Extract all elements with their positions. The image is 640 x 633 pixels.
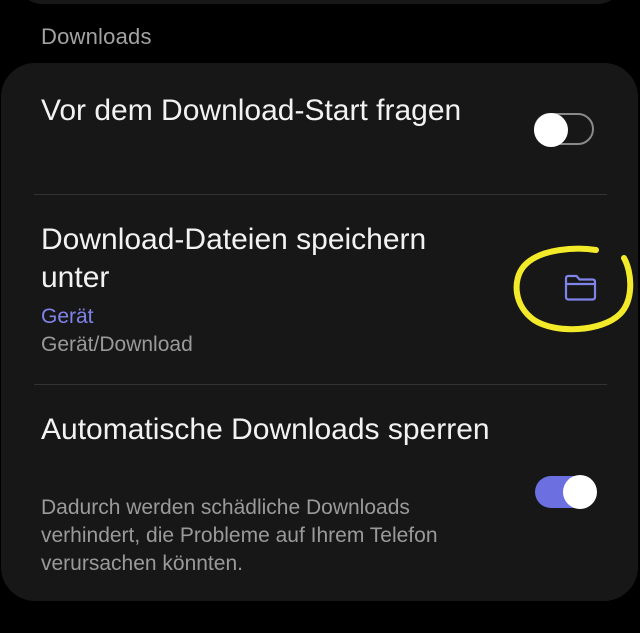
setting-save-download-location-title: Download-Dateien speichern unter — [41, 223, 427, 294]
previous-card-edge — [18, 0, 622, 4]
toggle-knob — [563, 475, 597, 509]
folder-button[interactable] — [559, 266, 603, 310]
download-location-storage: Gerät — [41, 305, 94, 328]
setting-block-auto-downloads[interactable]: Automatische Downloads sperren Dadurch w… — [1, 385, 638, 601]
setting-save-download-location[interactable]: Download-Dateien speichern unter Gerät G… — [1, 195, 638, 383]
download-location-path: Gerät/Download — [41, 333, 193, 356]
section-title-downloads: Downloads — [41, 24, 152, 49]
folder-icon — [564, 274, 597, 301]
block-auto-downloads-toggle[interactable] — [535, 475, 597, 509]
ask-before-download-toggle[interactable] — [534, 113, 594, 147]
toggle-knob — [534, 113, 568, 147]
setting-block-auto-downloads-description: Dadurch werden schädliche Downloads verh… — [41, 496, 438, 575]
downloads-settings-card: Vor dem Download-Start fragen Download-D… — [1, 63, 638, 601]
setting-ask-before-download[interactable]: Vor dem Download-Start fragen — [1, 63, 638, 193]
setting-block-auto-downloads-title: Automatische Downloads sperren — [41, 413, 490, 446]
setting-ask-before-download-title: Vor dem Download-Start fragen — [41, 94, 462, 127]
